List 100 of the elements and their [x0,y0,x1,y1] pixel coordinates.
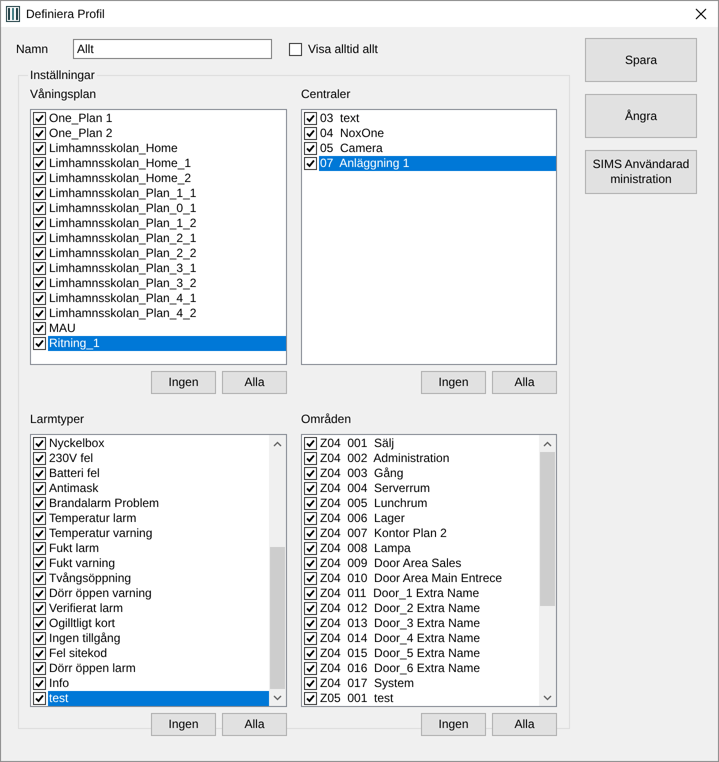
list-item[interactable]: Z04 001 Sälj [319,436,539,451]
checkbox[interactable] [289,42,302,56]
checkbox[interactable] [33,557,46,570]
checkbox[interactable] [33,112,46,125]
checkbox[interactable] [33,127,46,140]
list-item[interactable]: 04 NoxOne [319,126,556,141]
list-item[interactable]: One_Plan 2 [48,126,286,141]
all-button[interactable]: Alla [222,371,287,394]
list-item[interactable]: Limhamnsskolan_Plan_2_2 [48,246,286,261]
checkbox[interactable] [33,262,46,275]
checkbox[interactable] [33,187,46,200]
checkbox[interactable] [304,572,317,585]
checkbox[interactable] [33,692,46,705]
list-item[interactable]: 05 Camera [319,141,556,156]
checkbox[interactable] [33,632,46,645]
list-item[interactable]: Ogilltligt kort [48,616,269,631]
list-item[interactable]: Z04 015 Door_5 Extra Name [319,646,539,661]
checkbox[interactable] [33,172,46,185]
checkbox[interactable] [304,632,317,645]
list-item[interactable]: Z04 004 Serverrum [319,481,539,496]
list-item[interactable]: Limhamnsskolan_Plan_3_1 [48,261,286,276]
none-button[interactable]: Ingen [421,713,486,736]
checkbox[interactable] [33,307,46,320]
none-button[interactable]: Ingen [151,713,216,736]
close-icon[interactable] [695,8,707,20]
checkbox[interactable] [304,512,317,525]
checkbox[interactable] [304,437,317,450]
checkbox[interactable] [304,482,317,495]
checkbox[interactable] [304,677,317,690]
list-item[interactable]: Z04 010 Door Area Main Entrece [319,571,539,586]
checkbox[interactable] [33,142,46,155]
checkbox[interactable] [33,277,46,290]
list-item[interactable]: Info [48,676,269,691]
checkbox[interactable] [33,322,46,335]
checkbox[interactable] [33,437,46,450]
list-item[interactable]: Brandalarm Problem [48,496,269,511]
list-item[interactable]: Limhamnsskolan_Plan_2_1 [48,231,286,246]
checkbox[interactable] [304,497,317,510]
list-item[interactable]: Verifierat larm [48,601,269,616]
checkbox[interactable] [304,157,317,170]
list-item[interactable]: One_Plan 1 [48,111,286,126]
checkbox[interactable] [33,662,46,675]
checkbox[interactable] [304,557,317,570]
list-item[interactable]: Z04 016 Door_6 Extra Name [319,661,539,676]
checkbox[interactable] [33,647,46,660]
checkbox[interactable] [33,452,46,465]
list-item[interactable]: Z05 001 test [319,691,539,706]
checkbox[interactable] [33,572,46,585]
checkbox[interactable] [304,127,317,140]
list-item[interactable]: Z04 011 Door_1 Extra Name [319,586,539,601]
list-item[interactable]: Limhamnsskolan_Plan_1_1 [48,186,286,201]
save-button[interactable]: Spara [585,38,697,82]
list-item[interactable]: Ritning_1 [48,336,286,351]
checkbox[interactable] [33,602,46,615]
list-item[interactable]: Limhamnsskolan_Plan_1_2 [48,216,286,231]
admin-button[interactable]: SIMS Användaradministration [585,150,697,194]
all-button[interactable]: Alla [492,713,557,736]
scrollbar[interactable] [269,435,286,706]
list-item[interactable]: Z04 005 Lunchrum [319,496,539,511]
checkbox[interactable] [304,112,317,125]
checkbox[interactable] [33,247,46,260]
list-item[interactable]: Dörr öppen larm [48,661,269,676]
list-item[interactable]: Tvångsöppning [48,571,269,586]
checkbox[interactable] [33,512,46,525]
all-button[interactable]: Alla [222,713,287,736]
list-item[interactable]: Temperatur larm [48,511,269,526]
list-item[interactable]: Z04 003 Gång [319,466,539,481]
list-item[interactable]: Dörr öppen varning [48,586,269,601]
checkbox[interactable] [304,542,317,555]
list-item[interactable]: Temperatur varning [48,526,269,541]
list-item[interactable]: Limhamnsskolan_Home [48,141,286,156]
list-item[interactable]: Fukt larm [48,541,269,556]
checkbox[interactable] [33,527,46,540]
list-item[interactable]: Z04 013 Door_3 Extra Name [319,616,539,631]
list-item[interactable]: Nyckelbox [48,436,269,451]
list-item[interactable]: Fel sitekod [48,646,269,661]
scrollbar[interactable] [539,435,556,706]
checkbox[interactable] [33,587,46,600]
list-item[interactable]: Limhamnsskolan_Plan_3_2 [48,276,286,291]
checkbox[interactable] [33,542,46,555]
checkbox[interactable] [304,142,317,155]
checkbox[interactable] [33,202,46,215]
list-item[interactable]: Z04 007 Kontor Plan 2 [319,526,539,541]
list-item[interactable]: Z04 009 Door Area Sales [319,556,539,571]
list-item[interactable]: 07 Anläggning 1 [319,156,556,171]
checkbox[interactable] [33,677,46,690]
list-item[interactable]: 230V fel [48,451,269,466]
list-item[interactable]: Fukt varning [48,556,269,571]
list-item[interactable]: Limhamnsskolan_Plan_4_2 [48,306,286,321]
undo-button[interactable]: Ångra [585,94,697,138]
list-item[interactable]: Z04 008 Lampa [319,541,539,556]
checkbox[interactable] [33,482,46,495]
list-item[interactable]: 03 text [319,111,556,126]
checkbox[interactable] [33,232,46,245]
checkbox[interactable] [33,157,46,170]
list-item[interactable]: Z04 014 Door_4 Extra Name [319,631,539,646]
none-button[interactable]: Ingen [151,371,216,394]
checkbox[interactable] [304,602,317,615]
checkbox[interactable] [33,617,46,630]
list-item[interactable]: Antimask [48,481,269,496]
